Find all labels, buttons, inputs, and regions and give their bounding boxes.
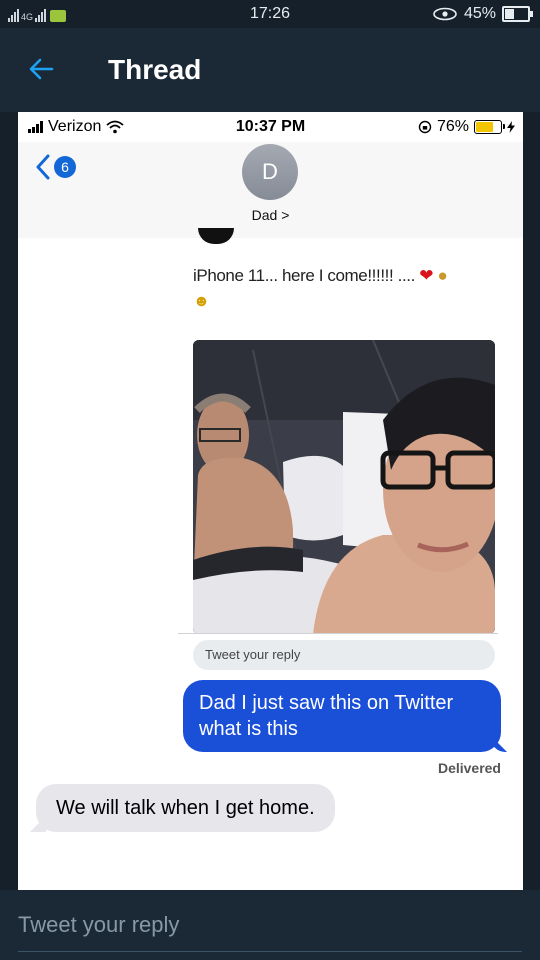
android-status-bar: 4G 17:26 45% <box>0 0 540 28</box>
selfie-photo-illustration <box>193 340 495 634</box>
eye-comfort-icon <box>433 7 457 21</box>
conversation: iPhone 11... here I come!!!!!! .... ❤ ● … <box>18 228 523 890</box>
ios-right-group: 76% <box>418 118 515 136</box>
contact-name[interactable]: Dad > <box>18 207 523 223</box>
tweet-text-content: iPhone 11... here I come!!!!!! .... <box>193 266 415 285</box>
embedded-screenshot[interactable]: Verizon 10:37 PM 76% 6 D Dad > iPhone 11… <box>18 112 523 890</box>
battery-icon <box>502 6 533 22</box>
rotation-lock-icon <box>418 120 432 134</box>
ios-status-bar: Verizon 10:37 PM 76% <box>18 112 523 142</box>
status-right: 45% <box>432 5 533 23</box>
back-arrow-icon[interactable] <box>26 54 56 84</box>
battery-percent: 45% <box>463 5 496 22</box>
incoming-message-bubble[interactable]: We will talk when I get home. <box>36 784 335 832</box>
ios-battery-icon <box>474 120 505 134</box>
chevron-left-icon <box>36 154 50 180</box>
money-bag-emoji-icon: ● <box>437 266 448 285</box>
delivered-status: Delivered <box>437 760 501 776</box>
composer-underline <box>18 951 522 952</box>
page-title: Thread <box>108 54 202 85</box>
heart-emoji-icon: ❤ <box>419 266 434 285</box>
divider <box>178 633 498 634</box>
embedded-reply-field: Tweet your reply <box>193 640 495 670</box>
ios-back-button[interactable]: 6 <box>36 154 76 180</box>
tweet-text: iPhone 11... here I come!!!!!! .... ❤ ● <box>193 266 448 286</box>
outgoing-message-bubble[interactable]: Dad I just saw this on Twitter what is t… <box>183 680 501 752</box>
reply-composer: Tweet your reply <box>0 890 540 960</box>
cropped-avatar <box>198 228 234 244</box>
app-header: Thread <box>0 28 540 112</box>
contact-avatar[interactable]: D <box>242 144 298 200</box>
reply-input[interactable]: Tweet your reply <box>18 912 179 938</box>
unread-badge: 6 <box>54 156 76 178</box>
charging-bolt-icon <box>507 121 515 133</box>
ios-battery-percent: 76% <box>436 118 469 135</box>
drooling-face-emoji-icon: ☻ <box>193 293 210 310</box>
tweet-photo[interactable] <box>193 340 495 634</box>
message-header: 6 D Dad > <box>18 142 523 239</box>
